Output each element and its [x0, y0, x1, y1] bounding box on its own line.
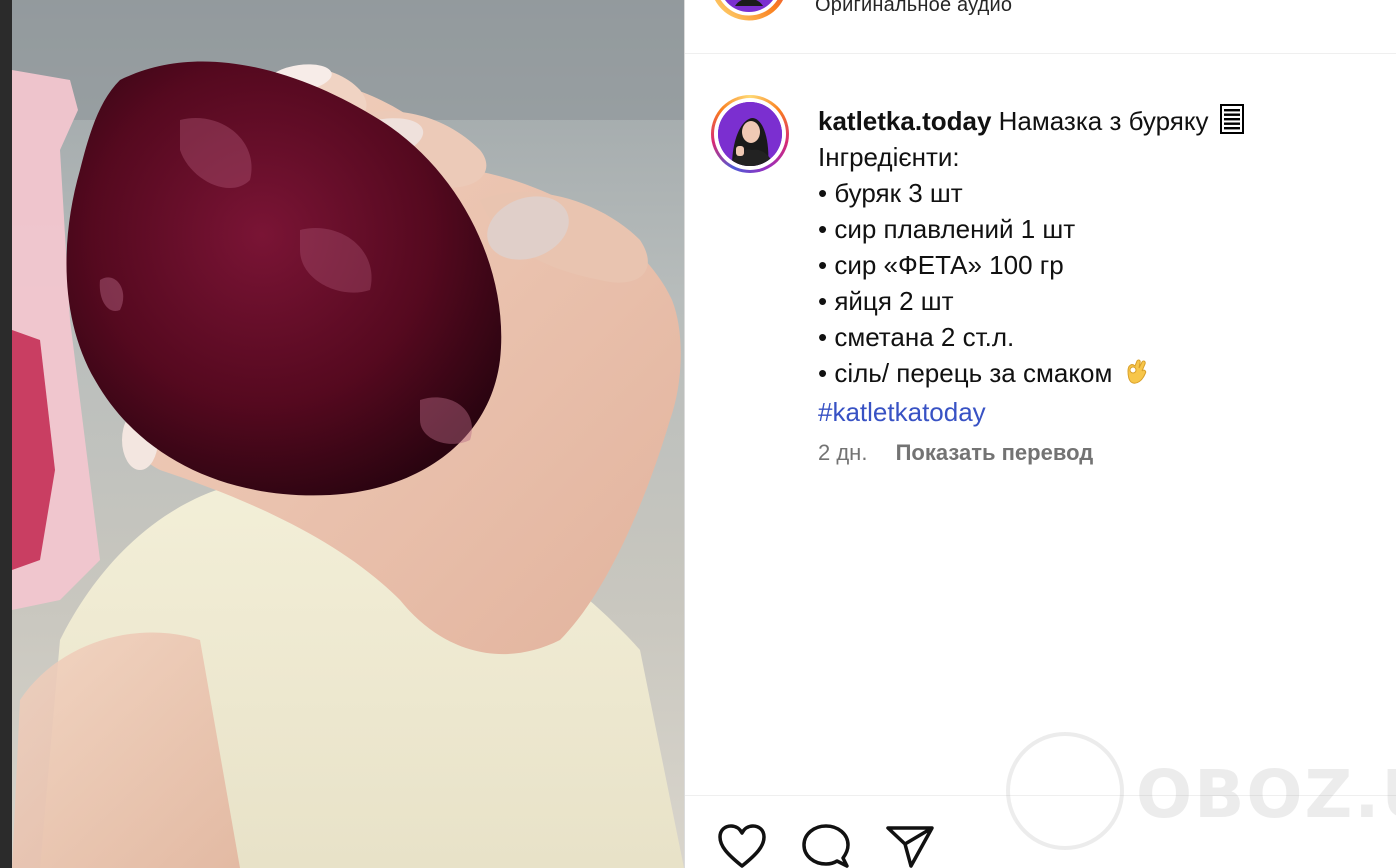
comment-button[interactable] [801, 824, 851, 868]
watermark-text: OBOZ.UA [1136, 756, 1396, 833]
video-frame-illustration [12, 0, 684, 868]
caption-line: • сир «ФЕТА» 100 гр [818, 250, 1064, 280]
post-meta: 2 дн. Показать перевод [818, 440, 1093, 466]
post-header: Оригинальное аудио [685, 0, 1396, 54]
caption-line: • сіль/ перець за смаком [818, 358, 1113, 388]
site-watermark: OBOZ.UA [1006, 730, 1396, 854]
caption-line: • сметана 2 ст.л. [818, 322, 1015, 352]
caption-title: Намазка з буряку [998, 106, 1209, 136]
share-button[interactable] [885, 824, 935, 868]
author-avatar[interactable] [711, 95, 789, 173]
post-media-video[interactable] [0, 0, 684, 868]
post-time-ago[interactable]: 2 дн. [818, 440, 867, 465]
post-caption: katletka.today Намазка з буряку Інгредіє… [818, 103, 1378, 430]
ok-hand-emoji-icon [1124, 357, 1148, 394]
caption-first-line: katletka.today Намазка з буряку [818, 103, 1378, 139]
post-actions [717, 824, 935, 868]
caption-line: • буряк 3 шт [818, 178, 963, 208]
original-audio-link[interactable]: Оригинальное аудио [815, 0, 1012, 17]
caption-line-with-emoji: • сіль/ перець за смаком [818, 355, 1378, 394]
show-translation-button[interactable]: Показать перевод [896, 440, 1094, 465]
header-avatar[interactable] [711, 0, 787, 22]
comment-icon [802, 824, 850, 868]
like-button[interactable] [717, 824, 767, 868]
caption-line: Інгредієнти: [818, 142, 960, 172]
caption-line: • яйця 2 шт [818, 286, 954, 316]
send-icon [886, 826, 934, 868]
scroll-emoji-icon [1219, 104, 1244, 134]
watermark-globe-icon [1006, 732, 1124, 850]
hashtag-link[interactable]: #katletkatoday [818, 394, 1378, 430]
caption-line: • сир плавлений 1 шт [818, 214, 1076, 244]
author-username[interactable]: katletka.today [818, 106, 991, 136]
author-avatar-photo [718, 102, 782, 166]
heart-icon [718, 824, 766, 868]
